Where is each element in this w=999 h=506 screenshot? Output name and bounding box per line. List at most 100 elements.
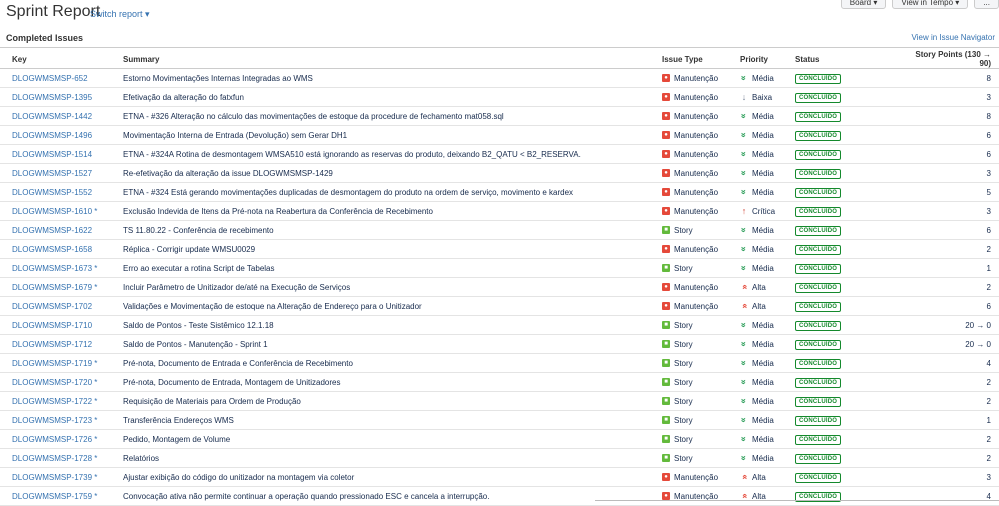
- issue-key-link[interactable]: DLOGWMSMSP-1702: [12, 302, 92, 311]
- story-icon: ■: [662, 264, 670, 272]
- column-header-story-points: Story Points (130 → 90): [893, 50, 999, 69]
- table-row[interactable]: DLOGWMSMSP-1726 * Pedido, Montagem de Vo…: [0, 429, 999, 449]
- board-button[interactable]: Board ▾: [840, 0, 887, 9]
- issue-key-link[interactable]: DLOGWMSMSP-1658: [12, 245, 92, 254]
- table-row[interactable]: DLOGWMSMSP-1622 TS 11.80.22 - Conferênci…: [0, 220, 999, 240]
- story-icon: ■: [662, 435, 670, 443]
- table-row[interactable]: DLOGWMSMSP-1728 * Relatórios ■ Story » M…: [0, 448, 999, 468]
- bug-icon: ●: [662, 112, 670, 120]
- switch-report-dropdown[interactable]: Switch report ▾: [90, 9, 150, 20]
- status-badge: CONCLUÍDO: [795, 149, 842, 160]
- table-header-row: Key Summary Issue Type Priority Status S…: [0, 50, 999, 69]
- issue-key-link[interactable]: DLOGWMSMSP-1552: [12, 188, 92, 197]
- issue-type-cell: ● Manutenção: [662, 93, 728, 102]
- issue-key-link[interactable]: DLOGWMSMSP-1710: [12, 321, 92, 330]
- table-row[interactable]: DLOGWMSMSP-1722 * Requisição de Materiai…: [0, 391, 999, 411]
- issue-key-link[interactable]: DLOGWMSMSP-1442: [12, 112, 92, 121]
- story-icon: ■: [662, 321, 670, 329]
- issue-key-link[interactable]: DLOGWMSMSP-1739 *: [12, 473, 97, 482]
- issue-type-cell: ● Manutenção: [662, 302, 728, 311]
- issue-type-label: Manutenção: [674, 301, 719, 311]
- table-row[interactable]: DLOGWMSMSP-1610 * Exclusão Indevida de I…: [0, 201, 999, 221]
- table-row[interactable]: DLOGWMSMSP-1710 Saldo de Pontos - Teste …: [0, 315, 999, 335]
- table-row[interactable]: DLOGWMSMSP-1719 * Pré-nota, Documento de…: [0, 353, 999, 373]
- priority-cell: » Média: [739, 264, 783, 273]
- issue-key-link[interactable]: DLOGWMSMSP-1712: [12, 340, 92, 349]
- priority-label: Média: [752, 453, 774, 463]
- double-chevron-down-icon: »: [739, 246, 749, 252]
- issue-type-label: Story: [674, 358, 693, 368]
- issue-key-link[interactable]: DLOGWMSMSP-1673 *: [12, 264, 97, 273]
- table-row[interactable]: DLOGWMSMSP-1679 * Incluir Parâmetro de U…: [0, 277, 999, 297]
- issue-key-link[interactable]: DLOGWMSMSP-1496: [12, 131, 92, 140]
- issue-key-link[interactable]: DLOGWMSMSP-1726 *: [12, 435, 97, 444]
- issue-summary: TS 11.80.22 - Conferência de recebimento: [123, 225, 274, 235]
- table-row[interactable]: DLOGWMSMSP-1702 Validações e Movimentaçã…: [0, 296, 999, 316]
- table-row[interactable]: DLOGWMSMSP-1712 Saldo de Pontos - Manute…: [0, 334, 999, 354]
- issue-type-label: Manutenção: [674, 244, 719, 254]
- issue-summary: Validações e Movimentação de estoque na …: [123, 301, 422, 311]
- table-row[interactable]: DLOGWMSMSP-1673 * Erro ao executar a rot…: [0, 258, 999, 278]
- status-badge: CONCLUÍDO: [795, 282, 842, 293]
- table-row[interactable]: DLOGWMSMSP-1442 ETNA - #326 Alteração no…: [0, 106, 999, 126]
- issue-type-cell: ■ Story: [662, 416, 728, 425]
- issue-key-link[interactable]: DLOGWMSMSP-1722 *: [12, 397, 97, 406]
- issue-key-link[interactable]: DLOGWMSMSP-1679 *: [12, 283, 97, 292]
- page-title: Sprint Report: [6, 3, 101, 20]
- table-row[interactable]: DLOGWMSMSP-1658 Réplica - Corrigir updat…: [0, 239, 999, 259]
- issue-key-link[interactable]: DLOGWMSMSP-1622: [12, 226, 92, 235]
- issue-type-cell: ■ Story: [662, 264, 728, 273]
- story-points-value: 3: [986, 472, 991, 482]
- double-chevron-down-icon: »: [739, 455, 749, 461]
- issue-type-label: Manutenção: [674, 130, 719, 140]
- view-in-tempo-button[interactable]: View in Tempo ▾: [892, 0, 969, 9]
- issue-key-link[interactable]: DLOGWMSMSP-1759 *: [12, 492, 97, 501]
- story-points-value: 8: [986, 73, 991, 83]
- issue-key-link[interactable]: DLOGWMSMSP-652: [12, 74, 88, 83]
- table-row[interactable]: DLOGWMSMSP-1552 ETNA - #324 Está gerando…: [0, 182, 999, 202]
- issue-type-cell: ● Manutenção: [662, 245, 728, 254]
- issue-type-cell: ● Manutenção: [662, 74, 728, 83]
- status-badge: CONCLUÍDO: [795, 73, 842, 84]
- priority-cell: » Média: [739, 359, 783, 368]
- table-row[interactable]: DLOGWMSMSP-1527 Re-efetivação da alteraç…: [0, 163, 999, 183]
- double-chevron-down-icon: »: [739, 75, 749, 81]
- priority-cell: » Média: [739, 169, 783, 178]
- table-row[interactable]: DLOGWMSMSP-1723 * Transferência Endereço…: [0, 410, 999, 430]
- issue-key-link[interactable]: DLOGWMSMSP-1610 *: [12, 207, 97, 216]
- issue-summary: Pré-nota, Documento de Entrada, Montagem…: [123, 377, 341, 387]
- double-chevron-down-icon: »: [739, 227, 749, 233]
- status-badge: CONCLUÍDO: [795, 377, 842, 388]
- priority-label: Média: [752, 187, 774, 197]
- priority-cell: » Média: [739, 321, 783, 330]
- priority-cell: » Média: [739, 435, 783, 444]
- double-chevron-down-icon: »: [739, 417, 749, 423]
- table-row[interactable]: DLOGWMSMSP-1496 Movimentação Interna de …: [0, 125, 999, 145]
- double-chevron-up-icon: »: [739, 474, 749, 480]
- more-actions-button[interactable]: ...: [974, 0, 999, 9]
- double-chevron-down-icon: »: [739, 398, 749, 404]
- table-row[interactable]: DLOGWMSMSP-652 Estorno Movimentações Int…: [0, 68, 999, 88]
- issue-summary: Relatórios: [123, 453, 160, 463]
- table-row[interactable]: DLOGWMSMSP-1739 * Ajustar exibição do có…: [0, 467, 999, 487]
- status-badge: CONCLUÍDO: [795, 358, 842, 369]
- issue-key-link[interactable]: DLOGWMSMSP-1723 *: [12, 416, 97, 425]
- issue-key-link[interactable]: DLOGWMSMSP-1527: [12, 169, 92, 178]
- priority-label: Média: [752, 244, 774, 254]
- issue-type-cell: ● Manutenção: [662, 207, 728, 216]
- issue-key-link[interactable]: DLOGWMSMSP-1728 *: [12, 454, 97, 463]
- bug-icon: ●: [662, 302, 670, 310]
- issue-key-link[interactable]: DLOGWMSMSP-1719 *: [12, 359, 97, 368]
- issue-key-link[interactable]: DLOGWMSMSP-1514: [12, 150, 92, 159]
- table-row[interactable]: DLOGWMSMSP-1514 ETNA - #324A Rotina de d…: [0, 144, 999, 164]
- priority-cell: » Alta: [739, 302, 783, 311]
- table-row[interactable]: DLOGWMSMSP-1395 Efetivação da alteração …: [0, 87, 999, 107]
- priority-cell: » Alta: [739, 473, 783, 482]
- table-row[interactable]: DLOGWMSMSP-1720 * Pré-nota, Documento de…: [0, 372, 999, 392]
- issue-key-link[interactable]: DLOGWMSMSP-1395: [12, 93, 92, 102]
- story-points-value: 6: [986, 149, 991, 159]
- issue-key-link[interactable]: DLOGWMSMSP-1720 *: [12, 378, 97, 387]
- issue-type-label: Story: [674, 339, 693, 349]
- issue-summary: Re-efetivação da alteração da issue DLOG…: [123, 168, 333, 178]
- view-in-issue-navigator-link[interactable]: View in Issue Navigator: [912, 33, 995, 42]
